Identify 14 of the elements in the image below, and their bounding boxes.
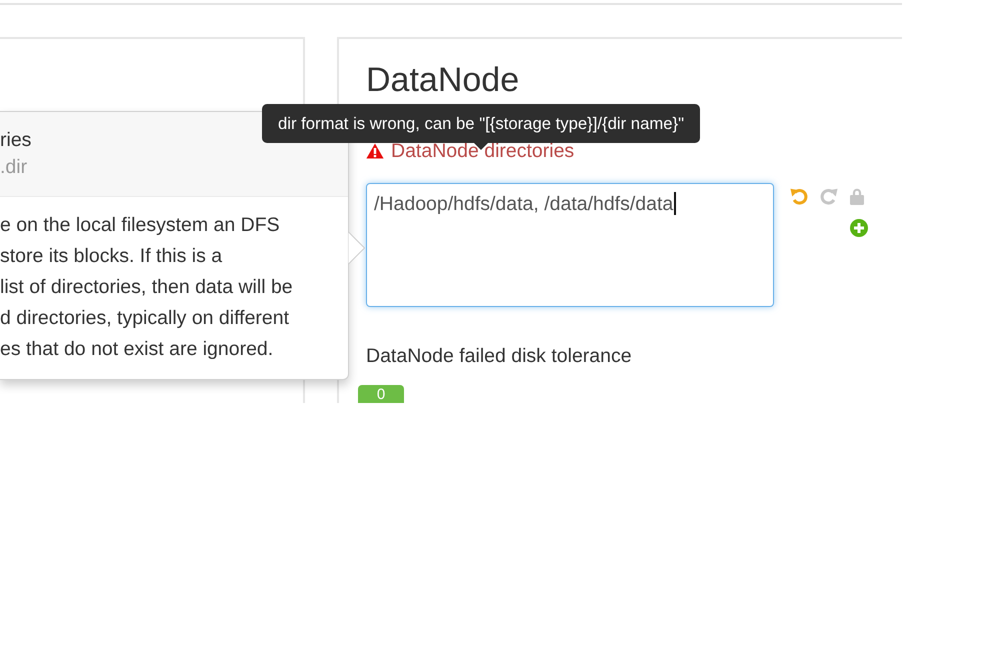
text-cursor-icon [674,192,676,215]
section-heading: DataNode [366,62,520,99]
popover-text: d directories, typically on different [0,306,290,331]
popover-text: e on the local filesystem an DFS [0,213,280,238]
popover-title: ries [0,128,32,153]
value-badge: 0 [358,385,404,403]
popover-subtitle: .dir [0,155,28,180]
field-label: DataNode failed disk tolerance [366,344,632,369]
undo-icon[interactable] [790,187,808,205]
directories-field[interactable]: /Hadoop/hdfs/data, /data/hdfs/data [366,183,774,307]
popover-text: list of directories, then data will be [0,275,293,300]
add-icon[interactable] [850,219,868,237]
popover-text: store its blocks. If this is a [0,244,222,269]
popover-text: es that do not exist are ignored. [0,337,274,362]
